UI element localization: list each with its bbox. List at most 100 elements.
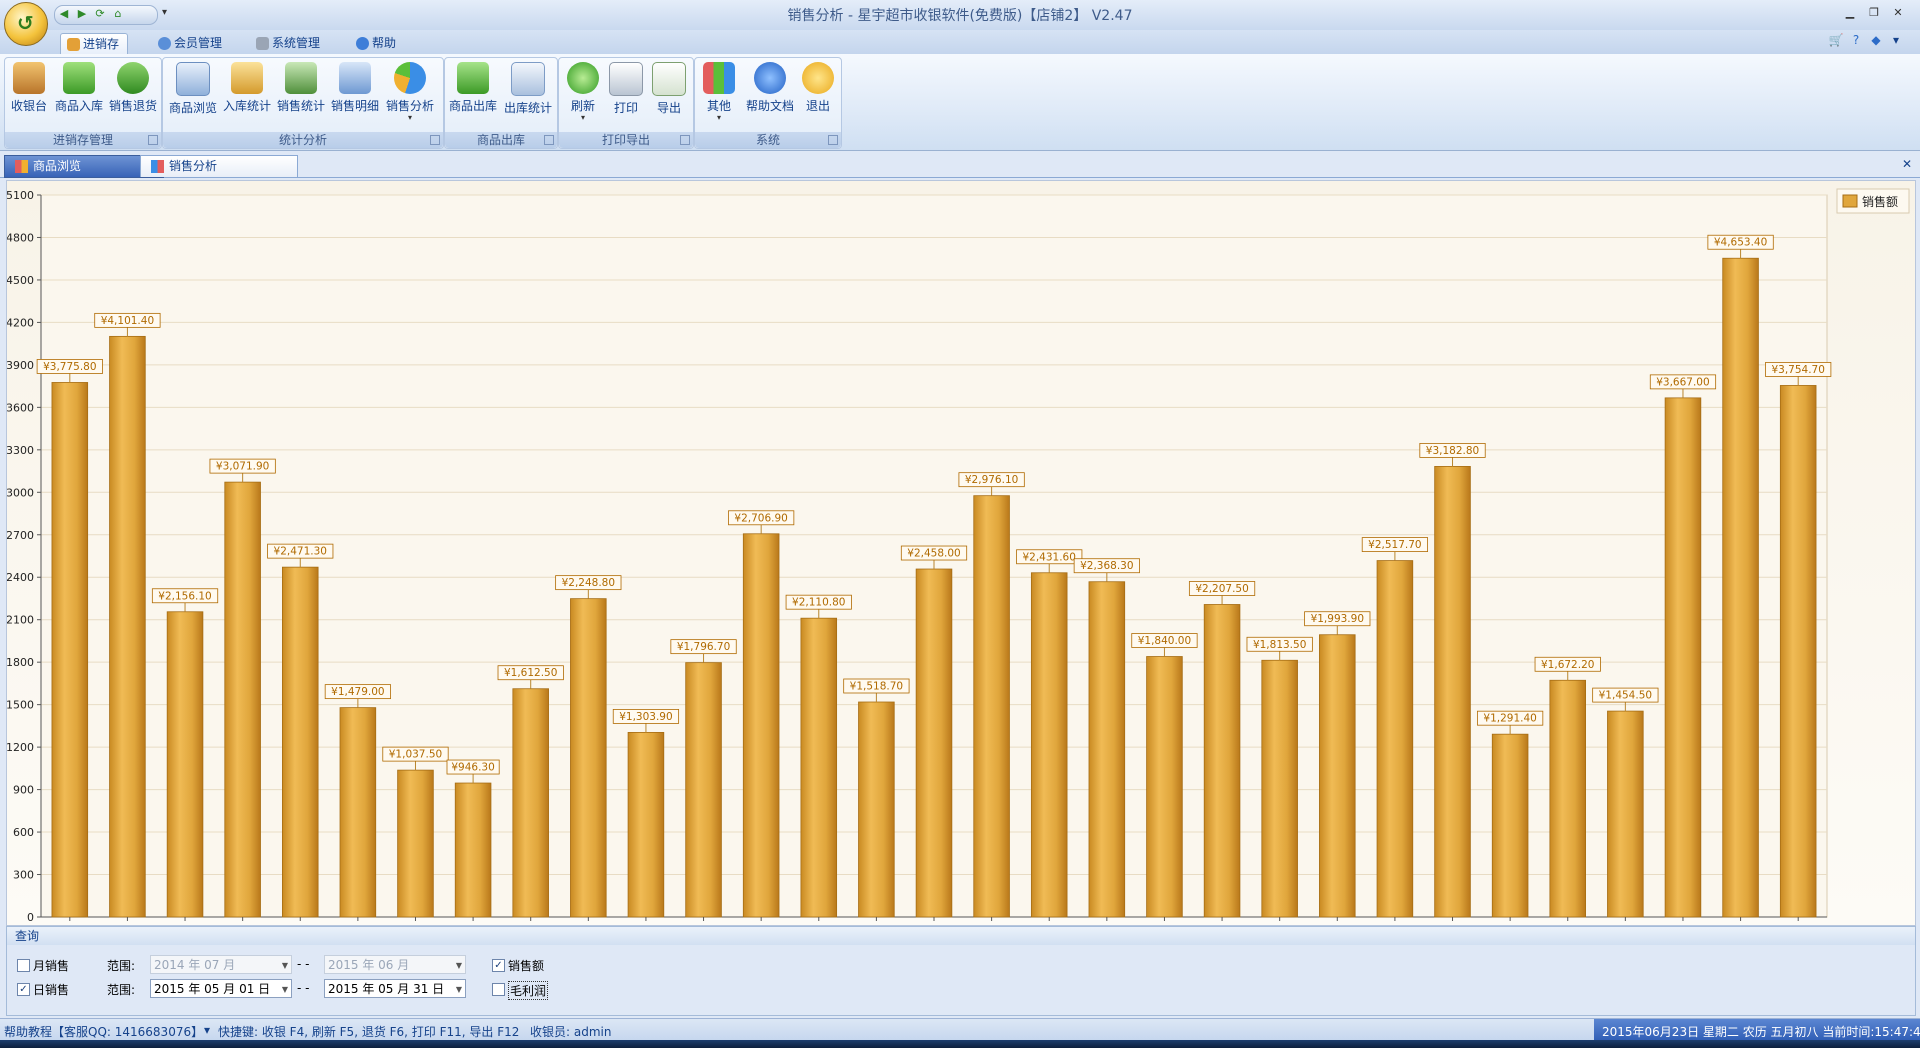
cashier-button[interactable]: 收银台 [7,60,51,130]
x-tick-label: 31 [1791,924,1805,925]
doc-tab-sales-analysis[interactable]: 销售分析 [140,155,298,177]
data-label: ¥2,156.10 [158,590,211,602]
group-label: 统计分析 [163,132,443,148]
y-tick-label: 1800 [7,656,34,669]
stock-stats-icon [231,62,263,94]
daily-from-select[interactable]: 2015 年 05 月 01 日 ▼ [150,979,292,998]
data-label: ¥3,775.80 [43,361,96,373]
data-label: ¥1,303.90 [619,711,672,723]
sales-stats-button[interactable]: 销售统计 [275,60,327,130]
x-tick-label: 12 [697,924,711,925]
dropdown-arrow-icon: ▾ [407,113,412,122]
dialog-launcher-icon[interactable] [148,135,158,145]
stock-out-button[interactable]: 商品出库 [447,60,499,130]
monthly-sales-checkbox[interactable] [17,959,30,972]
close-document-icon[interactable]: ✕ [1902,157,1912,171]
gross-profit-checkbox[interactable] [492,983,505,996]
app-menu-orb[interactable]: ↺ [4,2,48,46]
sales-amount-checkbox[interactable]: ✓ [492,959,505,972]
minimize-icon[interactable]: ▁ [1838,6,1862,19]
bar-08 [454,782,492,918]
bar-24 [1376,560,1414,918]
y-tick-label: 2100 [7,614,34,627]
bar-14 [800,617,838,918]
browse-icon [176,62,210,96]
x-tick-label: 10 [581,924,595,925]
dialog-launcher-icon[interactable] [544,135,554,145]
monthly-from-select[interactable]: 2014 年 07 月 ▼ [150,955,292,974]
sales-detail-icon [339,62,371,94]
stock-in-button[interactable]: 商品入库 [51,60,107,130]
data-label: ¥946.30 [451,762,494,774]
dialog-launcher-icon[interactable] [828,135,838,145]
bar-04 [224,481,261,918]
power-icon [802,62,834,94]
bar-20 [1146,656,1183,918]
status-dropdown-icon[interactable]: ▾ [204,1023,210,1037]
y-tick-label: 300 [13,869,34,882]
chevron-down-icon: ▼ [281,985,288,994]
help-tutorial-link[interactable]: 帮助教程【客服QQ: 1416683076】 [4,1023,203,1040]
y-tick-label: 1200 [7,741,34,754]
ribbon-collapse-icon[interactable]: ▾ [1886,33,1906,47]
export-button[interactable]: 导出 [649,60,689,130]
help-circle-icon[interactable]: ? [1846,33,1866,47]
sales-analysis-button[interactable]: 销售分析 ▾ [383,60,437,130]
window-controls: ▁ ❐ ✕ [1838,5,1910,19]
stock-out-stats-button[interactable]: 出库统计 [501,60,555,130]
bar-19 [1088,581,1126,918]
bar-03 [166,611,204,918]
bar-23 [1319,634,1356,918]
x-tick-label: 16 [927,924,941,925]
print-button[interactable]: 打印 [605,60,647,130]
skin-icon[interactable]: ◆ [1866,33,1886,47]
os-taskbar [0,1040,1920,1048]
tab-system[interactable]: 系统管理 [250,33,328,54]
tab-label: 帮助 [372,36,397,50]
stock-out-stats-icon [511,62,545,96]
x-tick-label: 26 [1503,924,1517,925]
y-tick-label: 2700 [7,529,34,542]
help-docs-button[interactable]: 帮助文档 [741,60,799,130]
monthly-sales-label: 月销售 [33,959,70,973]
data-label: ¥2,471.30 [274,546,327,558]
stock-in-stats-button[interactable]: 入库统计 [221,60,273,130]
bar-18 [1030,572,1068,918]
group-label: 商品出库 [445,132,557,148]
daily-sales-checkbox[interactable]: ✓ [17,983,30,996]
bar-16 [915,568,953,918]
data-label: ¥3,071.90 [216,461,269,473]
x-tick-label: 29 [1676,924,1690,925]
close-icon[interactable]: ✕ [1886,6,1910,19]
daily-to-select[interactable]: 2015 年 05 月 31 日 ▼ [324,979,466,998]
bar-12 [685,662,722,918]
sales-chart: 0 300 600 900 1200 1500 1800 2100 2400 2700 3000 33… [6,180,1916,926]
refresh-button[interactable]: 刷新 ▾ [563,60,603,130]
data-label: ¥2,458.00 [907,548,960,560]
sales-stats-icon [285,62,317,94]
data-label: ¥1,993.90 [1311,613,1364,625]
export-icon [652,62,686,96]
y-tick-label: 4200 [7,316,34,329]
sales-detail-button[interactable]: 销售明细 [329,60,381,130]
data-label: ¥3,667.00 [1656,376,1709,388]
sales-return-button[interactable]: 销售退货 [107,60,159,130]
x-tick-label: 23 [1330,924,1344,925]
title-bar: ◀ ▶ ⟳ ⌂ ▾ 销售分析 - 星宇超市收银软件(免费版)【店铺2】 V2.47 ▁… [0,0,1920,30]
chevron-down-icon: ▼ [455,985,462,994]
tab-inventory[interactable]: 进销存 [60,33,129,55]
cart-icon[interactable]: 🛒 [1826,33,1846,47]
tab-members[interactable]: 会员管理 [152,33,230,54]
y-tick-label: 4500 [7,274,34,287]
dialog-launcher-icon[interactable] [680,135,690,145]
browse-products-button[interactable]: 商品浏览 [167,60,219,130]
daily-range-label: 范围: [107,983,136,997]
data-label: ¥2,110.80 [792,597,845,609]
exit-button[interactable]: 退出 [799,60,837,130]
monthly-to-select[interactable]: 2015 年 06 月 ▼ [324,955,466,974]
dialog-launcher-icon[interactable] [430,135,440,145]
bar-05 [281,566,319,918]
tab-help[interactable]: 帮助 [350,33,404,54]
maximize-icon[interactable]: ❐ [1862,6,1886,19]
other-button[interactable]: 其他 ▾ [699,60,739,130]
